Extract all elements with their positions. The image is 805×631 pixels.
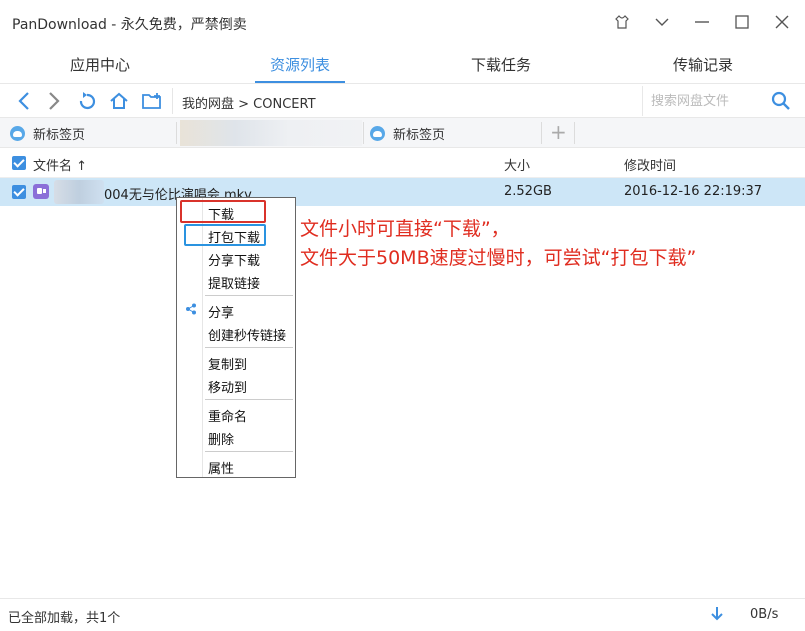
tab-download-tasks[interactable]: 下载任务 (461, 54, 541, 75)
file-tab-2[interactable]: 新标签页 (370, 118, 445, 148)
new-folder-icon[interactable] (141, 90, 163, 112)
refresh-icon[interactable] (76, 90, 98, 112)
window-title: PanDownload - 永久免费，严禁倒卖 (12, 17, 247, 33)
sort-arrow-icon: ↑ (76, 159, 88, 174)
minimize-button[interactable] (687, 8, 717, 36)
tab-app-center[interactable]: 应用中心 (60, 54, 140, 75)
status-bar: 已全部加载，共1个 0B/s (0, 598, 805, 631)
tab-divider (541, 122, 542, 144)
search-icon[interactable] (771, 91, 791, 115)
video-file-icon (33, 184, 49, 199)
search-input[interactable] (651, 92, 761, 110)
file-modified: 2016-12-16 22:19:37 (624, 184, 763, 199)
download-highlight-box (180, 200, 266, 223)
title-bar: PanDownload - 永久免费，严禁倒卖 (0, 0, 805, 44)
list-header: 文件名 ↑ 大小 修改时间 (0, 148, 805, 178)
breadcrumb[interactable]: 我的网盘 > CONCERT (182, 93, 316, 112)
cloud-icon (370, 125, 385, 141)
home-icon[interactable] (108, 90, 130, 112)
download-speed: 0B/s (750, 607, 779, 622)
annotation-line-2: 文件大于50MB速度过慢时，可尝试“打包下载” (300, 247, 697, 269)
tab-divider (363, 122, 364, 144)
tab-divider (176, 122, 177, 144)
toolbar: 我的网盘 > CONCERT (0, 84, 805, 118)
menu-divider (205, 451, 293, 452)
main-tabs: 应用中心 资源列表 下载任务 传输记录 (0, 44, 805, 84)
file-tab-label: 新标签页 (393, 127, 446, 143)
menu-item-rename[interactable]: 重命名 (208, 406, 247, 425)
close-button[interactable] (767, 8, 797, 36)
file-tab-label: 新标签页 (33, 127, 86, 143)
menu-item-move-to[interactable]: 移动到 (208, 377, 247, 396)
chevron-down-icon[interactable] (647, 8, 677, 36)
row-checkbox[interactable] (12, 185, 26, 199)
menu-item-share-download[interactable]: 分享下载 (208, 250, 260, 269)
search-box (642, 86, 800, 116)
file-tab-bar: 新标签页 新标签页 + (0, 118, 805, 148)
tab-transfer-records[interactable]: 传输记录 (663, 54, 743, 75)
select-all-checkbox[interactable] (12, 156, 26, 170)
maximize-button[interactable] (727, 8, 757, 36)
tab-resource-list[interactable]: 资源列表 (260, 54, 340, 75)
back-icon[interactable] (13, 90, 35, 112)
skin-icon[interactable] (607, 8, 637, 36)
menu-divider (205, 347, 293, 348)
share-icon (185, 303, 197, 319)
column-name[interactable]: 文件名 ↑ (33, 155, 87, 174)
menu-item-copy-to[interactable]: 复制到 (208, 354, 247, 373)
download-arrow-icon[interactable] (710, 605, 724, 623)
table-row[interactable]: 004无与伦比演唱会.mkv 2.52GB 2016-12-16 22:19:3… (0, 178, 805, 206)
menu-item-extract-link[interactable]: 提取链接 (208, 273, 260, 292)
blurred-tab[interactable] (180, 120, 362, 146)
toolbar-divider (172, 88, 173, 114)
add-tab-icon[interactable]: + (550, 122, 567, 142)
menu-item-share[interactable]: 分享 (208, 302, 234, 321)
status-text: 已全部加载，共1个 (8, 611, 121, 626)
cloud-icon (10, 125, 25, 141)
menu-item-delete[interactable]: 删除 (208, 429, 234, 448)
forward-icon[interactable] (43, 90, 65, 112)
active-tab-indicator (255, 81, 345, 83)
column-modified[interactable]: 修改时间 (624, 155, 676, 174)
menu-divider (205, 399, 293, 400)
file-size: 2.52GB (504, 184, 552, 199)
menu-divider (205, 295, 293, 296)
annotation-line-1: 文件小时可直接“下载”， (300, 218, 510, 240)
tab-divider (574, 122, 575, 144)
column-size[interactable]: 大小 (504, 155, 530, 174)
pack-download-highlight-box (184, 224, 266, 246)
column-name-label: 文件名 (33, 159, 73, 174)
blurred-filename-prefix (54, 180, 104, 204)
menu-item-properties[interactable]: 属性 (208, 458, 234, 477)
file-tab-1[interactable]: 新标签页 (10, 118, 85, 148)
menu-item-create-rapid-link[interactable]: 创建秒传链接 (208, 325, 286, 344)
